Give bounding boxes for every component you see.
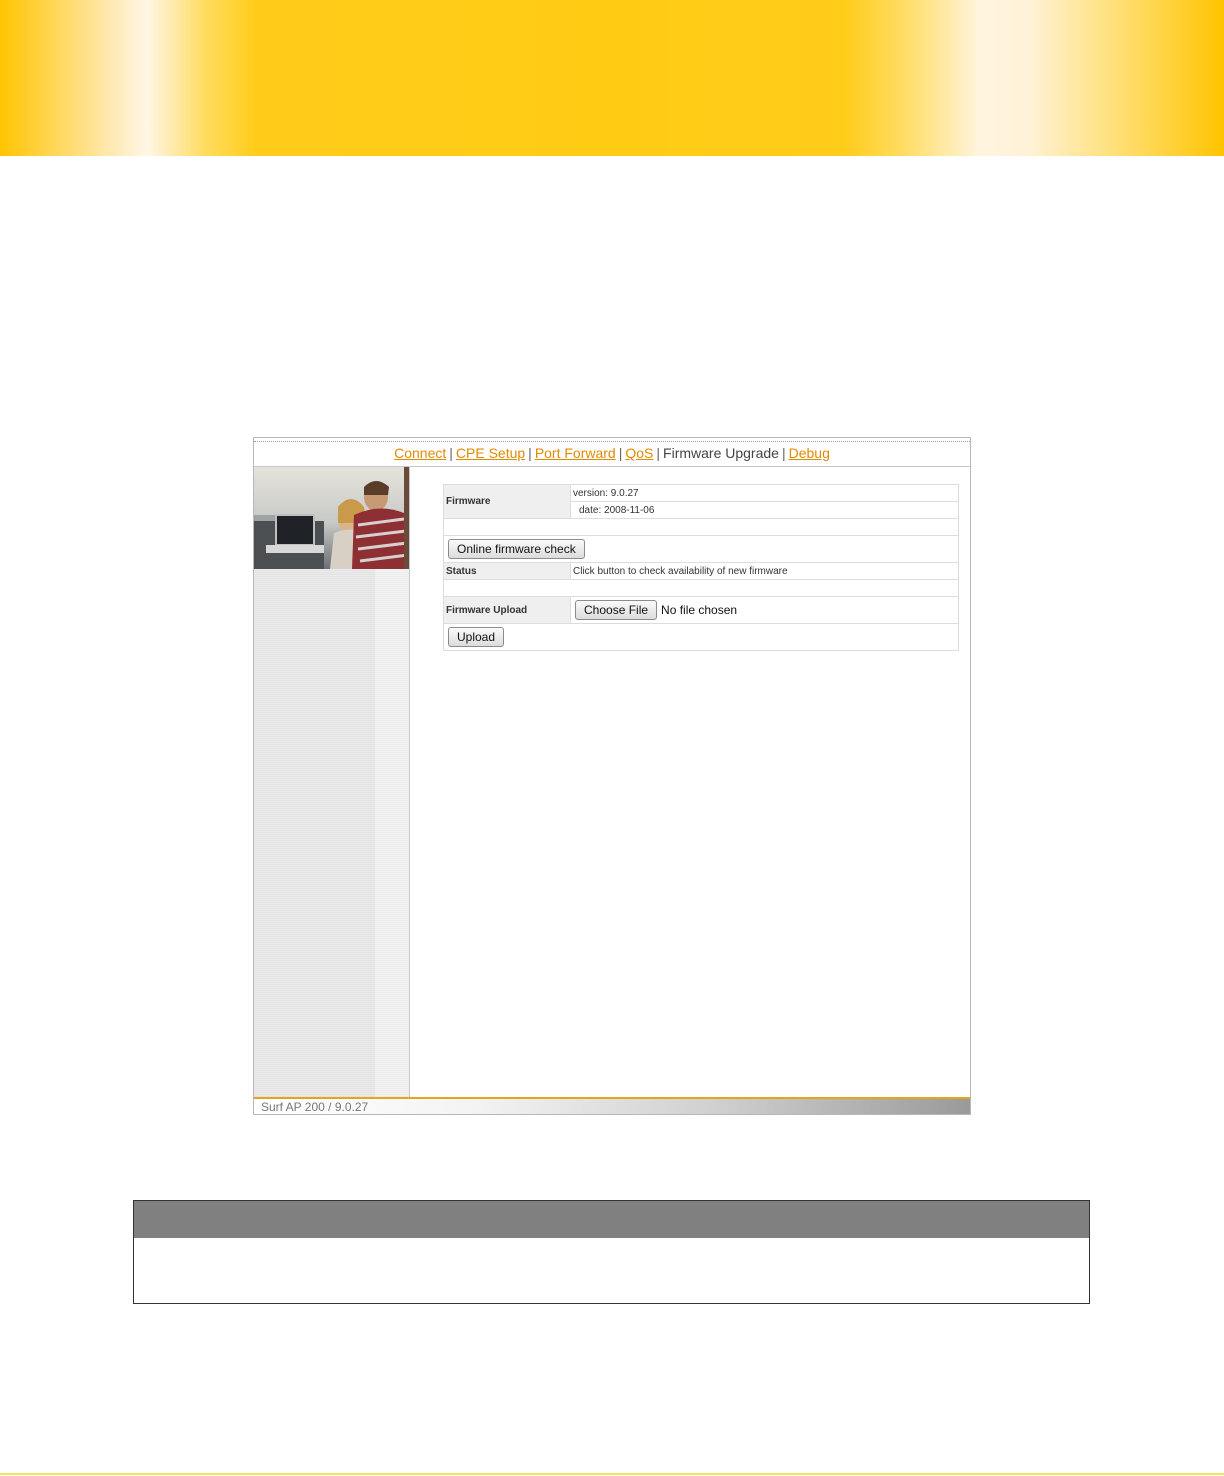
top-banner [0, 0, 1224, 156]
nav-port-forward[interactable]: Port Forward [535, 445, 616, 461]
firmware-upload-label: Firmware Upload [443, 596, 571, 624]
firmware-content: Firmware version: 9.0.27 date: 2008-11-0… [443, 484, 959, 651]
nav-cpe-setup[interactable]: CPE Setup [456, 445, 525, 461]
file-status-text: No file chosen [661, 603, 738, 617]
sidebar-strip [375, 569, 409, 1097]
nav-firmware-upgrade-current: Firmware Upgrade [663, 445, 779, 461]
bottom-rule [0, 1473, 1224, 1475]
note-box-header [134, 1201, 1089, 1238]
people-with-laptop-image [254, 467, 409, 569]
spacer-row [443, 579, 959, 597]
nav-separator: | [528, 445, 532, 461]
nav-separator: | [656, 445, 661, 461]
nav-debug[interactable]: Debug [789, 445, 830, 461]
firmware-table: Firmware version: 9.0.27 date: 2008-11-0… [443, 484, 959, 651]
firmware-date: date: 2008-11-06 [570, 501, 959, 519]
left-sidebar [254, 467, 410, 1097]
router-admin-frame: Connect | CPE Setup | Port Forward | QoS | Firmw… [253, 437, 971, 1115]
nav-qos[interactable]: QoS [625, 445, 653, 461]
spacer-row [443, 518, 959, 536]
file-input-cell: Choose File No file chosen [570, 596, 959, 624]
firmware-label: Firmware [443, 484, 571, 519]
nav-separator: | [781, 445, 786, 461]
choose-file-button[interactable]: Choose File [575, 600, 658, 620]
note-box [133, 1200, 1090, 1304]
header-photo [254, 467, 409, 569]
nav-separator: | [618, 445, 623, 461]
footer-bar: Surf AP 200 / 9.0.27 [254, 1097, 970, 1114]
nav-separator: | [449, 445, 453, 461]
online-firmware-check-button[interactable]: Online firmware check [448, 539, 585, 559]
top-navigation: Connect | CPE Setup | Port Forward | QoS | Firmw… [254, 438, 970, 467]
upload-button[interactable]: Upload [448, 627, 505, 647]
online-check-row: Online firmware check [443, 535, 959, 563]
upload-row: Upload [443, 623, 959, 651]
firmware-version: version: 9.0.27 [570, 484, 959, 502]
nav-connect[interactable]: Connect [394, 445, 446, 461]
status-label: Status [443, 562, 571, 580]
status-value: Click button to check availability of ne… [570, 562, 959, 580]
